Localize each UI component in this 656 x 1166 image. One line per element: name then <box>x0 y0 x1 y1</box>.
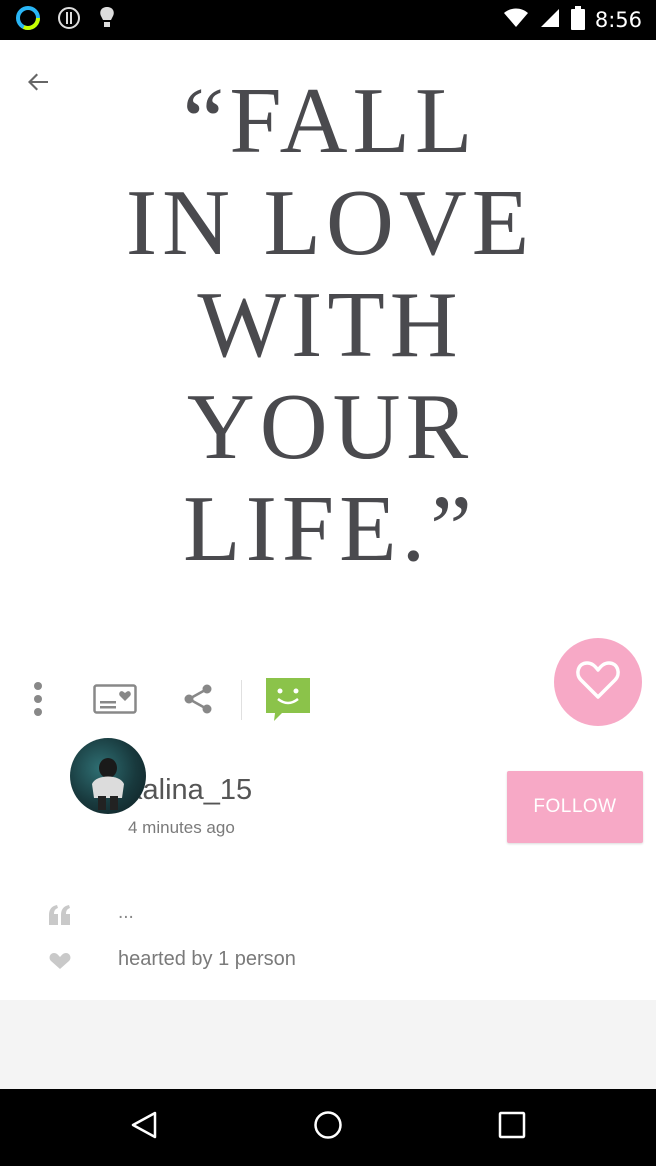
status-left-icons <box>14 4 118 37</box>
quote-icon <box>48 904 72 931</box>
nav-home-circle-icon <box>313 1110 343 1145</box>
post-image[interactable]: “FALL IN LOVE WITH YOUR LIFE.” <box>0 40 656 650</box>
small-heart-icon <box>49 952 71 975</box>
post-caption: ... <box>118 902 134 923</box>
hearted-by-text: hearted by 1 person <box>118 948 296 970</box>
navigation-bar <box>0 1089 656 1166</box>
info-circle-icon <box>56 5 82 36</box>
cellular-signal-icon <box>539 7 561 34</box>
nav-recents-button[interactable] <box>462 1089 562 1166</box>
back-button[interactable] <box>18 60 58 108</box>
post-timestamp: 4 minutes ago <box>128 818 235 837</box>
back-arrow-icon <box>24 68 52 101</box>
action-divider <box>241 680 242 720</box>
share-button[interactable] <box>176 672 220 730</box>
author-username[interactable]: kalina_15 <box>128 774 252 807</box>
more-options-button[interactable] <box>18 672 58 730</box>
status-right-icons: 8:56 <box>503 0 642 40</box>
author-avatar[interactable] <box>70 738 146 814</box>
more-vert-icon <box>32 681 44 722</box>
share-icon <box>182 683 214 720</box>
status-time: 8:56 <box>594 8 642 32</box>
add-to-collection-button[interactable] <box>90 672 140 730</box>
nav-recents-square-icon <box>498 1111 526 1144</box>
quote-image-text: “FALL IN LOVE WITH YOUR LIFE.” <box>125 69 535 581</box>
heart-button[interactable] <box>554 638 642 726</box>
card-heart-icon <box>93 683 137 719</box>
nav-back-button[interactable] <box>94 1089 194 1166</box>
follow-button[interactable]: FOLLOW <box>507 771 643 843</box>
nav-home-button[interactable] <box>278 1089 378 1166</box>
heart-outline-icon <box>575 660 621 705</box>
ring-app-icon <box>14 4 42 37</box>
avatar-photo-icon <box>92 758 124 810</box>
footer-area <box>0 1000 656 1089</box>
chat-smile-icon <box>264 675 312 728</box>
nav-back-triangle-icon <box>130 1110 158 1145</box>
caption-row: ... <box>0 900 656 932</box>
hearted-row[interactable]: hearted by 1 person <box>0 944 656 976</box>
battery-icon <box>570 5 585 35</box>
status-bar: 8:56 <box>0 0 656 40</box>
wifi-icon <box>503 7 529 34</box>
chat-button[interactable] <box>262 672 314 730</box>
lightbulb-icon <box>96 5 118 36</box>
